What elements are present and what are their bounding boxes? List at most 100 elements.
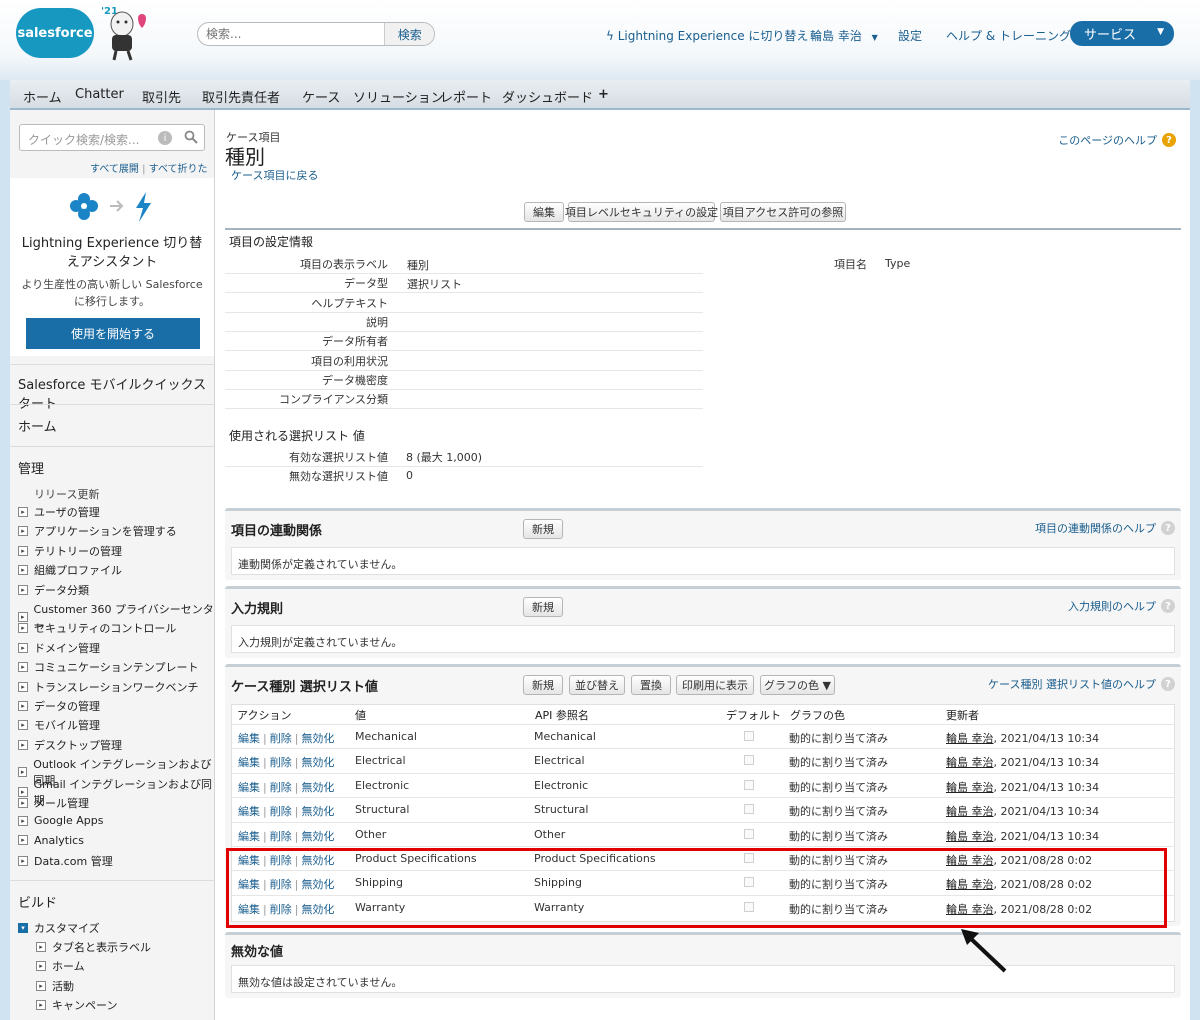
tab-add-icon[interactable]: + <box>598 87 609 102</box>
user-link[interactable]: 輪島 幸治 <box>946 805 994 818</box>
expand-toggle-icon[interactable]: ▸ <box>36 942 46 952</box>
edit-link[interactable]: 編集 <box>238 830 260 843</box>
info-icon[interactable]: i <box>158 131 172 145</box>
deactivate-link[interactable]: 無効化 <box>301 805 334 818</box>
sidebar-item-release-updates[interactable]: リリース更新 <box>34 486 99 502</box>
chart-colors-button[interactable]: グラフの色 ▼ <box>760 675 835 695</box>
tab-cases[interactable]: ケース <box>302 87 340 106</box>
get-started-button[interactable]: 使用を開始する <box>26 318 200 349</box>
setup-link[interactable]: 設定 <box>898 27 922 44</box>
expand-toggle-icon[interactable]: ▸ <box>18 584 28 595</box>
edit-link[interactable]: 編集 <box>238 805 260 818</box>
sidebar-admin-item[interactable]: ▸ ドメイン管理 <box>18 640 100 656</box>
expand-toggle-icon[interactable]: ▸ <box>18 835 28 846</box>
search-icon[interactable] <box>184 130 198 144</box>
replace-button[interactable]: 置換 <box>631 675 671 695</box>
field-access-button[interactable]: 項目アクセス許可の参照 <box>720 202 846 222</box>
tab-accounts[interactable]: 取引先 <box>142 87 181 106</box>
expand-toggle-icon[interactable]: ▸ <box>18 815 28 826</box>
printable-view-button[interactable]: 印刷用に表示 <box>676 675 754 695</box>
reorder-button[interactable]: 並び替え <box>569 675 625 695</box>
user-link[interactable]: 輪島 幸治 <box>946 732 994 745</box>
sidebar-admin-item[interactable]: ▸ データの管理 <box>18 698 100 714</box>
sidebar-admin-item[interactable]: ▸ Data.com 管理 <box>18 853 113 869</box>
field-level-security-button[interactable]: 項目レベルセキュリティの設定 <box>565 202 718 222</box>
new-validation-rule-button[interactable]: 新規 <box>523 597 563 617</box>
sidebar-admin-item[interactable]: ▸ Analytics <box>18 834 84 847</box>
quick-search-input[interactable]: クイック検索/検索... i <box>19 124 205 151</box>
deactivate-link[interactable]: 無効化 <box>301 732 334 745</box>
salesforce-logo[interactable]: salesforce <box>16 8 94 58</box>
deactivate-link[interactable]: 無効化 <box>301 830 334 843</box>
expand-toggle-icon[interactable]: ▸ <box>18 526 28 537</box>
sidebar-home-link[interactable]: ホーム <box>10 416 214 435</box>
tab-contacts[interactable]: 取引先責任者 <box>202 87 280 106</box>
delete-link[interactable]: 削除 <box>270 732 292 745</box>
expand-toggle-icon[interactable]: ▸ <box>18 856 28 867</box>
user-link[interactable]: 輪島 幸治 <box>946 756 994 769</box>
user-link[interactable]: 輪島 幸治 <box>946 830 994 843</box>
expand-toggle-icon[interactable]: ▸ <box>36 1000 46 1011</box>
expand-toggle-icon[interactable]: ▸ <box>18 662 28 673</box>
edit-link[interactable]: 編集 <box>238 732 260 745</box>
expand-toggle-icon[interactable]: ▸ <box>18 798 28 808</box>
edit-link[interactable]: 編集 <box>238 781 260 794</box>
expand-toggle-icon[interactable]: ▸ <box>18 507 28 517</box>
sidebar-admin-item[interactable]: ▸ モバイル管理 <box>18 717 100 733</box>
expand-toggle-icon[interactable]: ▸ <box>18 642 28 653</box>
expand-toggle-icon[interactable]: ▸ <box>18 720 28 731</box>
global-search-button[interactable]: 検索 <box>384 23 434 45</box>
tab-chatter[interactable]: Chatter <box>75 87 124 102</box>
user-menu[interactable]: 輪島 幸治 ▼ <box>810 27 878 44</box>
deactivate-link[interactable]: 無効化 <box>301 781 334 794</box>
help-training-link[interactable]: ヘルプ & トレーニング <box>946 27 1071 44</box>
expand-all-link[interactable]: すべて展開 <box>90 164 139 175</box>
tab-reports[interactable]: レポート <box>440 87 492 106</box>
tab-home[interactable]: ホーム <box>23 87 62 106</box>
expand-toggle-icon[interactable]: ▸ <box>18 545 28 556</box>
page-help-link[interactable]: このページのヘルプ ? <box>1058 132 1176 148</box>
sidebar-admin-item[interactable]: ▸ コミュニケーションテンプレート <box>18 659 198 675</box>
switch-lightning-link[interactable]: ϟ Lightning Experience に切り替え <box>606 27 808 44</box>
new-picklist-value-button[interactable]: 新規 <box>523 675 563 695</box>
expand-toggle-icon[interactable]: ▸ <box>18 681 28 692</box>
sidebar-admin-item[interactable]: ▸ ユーザの管理 <box>18 504 100 520</box>
expand-toggle-icon[interactable]: ▸ <box>18 565 28 576</box>
sidebar-admin-item[interactable]: ▸ デスクトップ管理 <box>18 737 122 753</box>
sidebar-admin-item[interactable]: ▸ メール管理 <box>18 795 89 811</box>
collapse-toggle-icon[interactable]: ▾ <box>18 923 28 933</box>
sidebar-customize-item[interactable]: ▸ ホーム <box>36 958 85 974</box>
delete-link[interactable]: 削除 <box>270 756 292 769</box>
delete-link[interactable]: 削除 <box>270 805 292 818</box>
sidebar-customize-item[interactable]: ▸ タブ名と表示ラベル <box>36 939 151 955</box>
sidebar-item-customize[interactable]: ▾ カスタマイズ <box>18 920 100 936</box>
mobile-quickstart-link[interactable]: Salesforce モバイルクイックスタート <box>10 374 214 412</box>
delete-link[interactable]: 削除 <box>270 781 292 794</box>
user-link[interactable]: 輪島 幸治 <box>946 781 994 794</box>
deactivate-link[interactable]: 無効化 <box>301 756 334 769</box>
global-search-input[interactable] <box>198 23 385 45</box>
sidebar-admin-item[interactable]: ▸ セキュリティのコントロール <box>18 620 176 636</box>
sidebar-customize-item[interactable]: ▸ キャンペーン <box>36 997 117 1013</box>
back-to-case-fields-link[interactable]: ケース項目に戻る <box>231 167 318 183</box>
sidebar-admin-item[interactable]: ▸ トランスレーションワークベンチ <box>18 679 199 695</box>
sidebar-admin-item[interactable]: ▸ データ分類 <box>18 582 89 598</box>
expand-toggle-icon[interactable]: ▸ <box>18 701 28 711</box>
tab-dashboards[interactable]: ダッシュボード <box>502 87 593 106</box>
sidebar-admin-item[interactable]: ▸ テリトリーの管理 <box>18 543 122 559</box>
edit-link[interactable]: 編集 <box>238 756 260 769</box>
edit-button[interactable]: 編集 <box>524 202 564 222</box>
validation-help-link[interactable]: 入力規則のヘルプ ? <box>1068 598 1175 614</box>
dependency-help-link[interactable]: 項目の連動関係のヘルプ ? <box>1035 520 1175 536</box>
sidebar-customize-item[interactable]: ▸ 活動 <box>36 978 74 994</box>
delete-link[interactable]: 削除 <box>270 830 292 843</box>
picklist-help-link[interactable]: ケース種別 選択リスト値のヘルプ ? <box>988 676 1175 692</box>
expand-toggle-icon[interactable]: ▸ <box>18 739 28 750</box>
new-dependency-button[interactable]: 新規 <box>523 519 563 539</box>
app-menu-button[interactable]: サービス ▼ <box>1070 21 1174 46</box>
expand-toggle-icon[interactable]: ▸ <box>36 980 46 991</box>
sidebar-admin-item[interactable]: ▸ Google Apps <box>18 814 104 827</box>
sidebar-admin-item[interactable]: ▸ 組織プロファイル <box>18 562 122 578</box>
sidebar-admin-item[interactable]: ▸ アプリケーションを管理する <box>18 523 177 539</box>
expand-toggle-icon[interactable]: ▸ <box>36 961 46 972</box>
